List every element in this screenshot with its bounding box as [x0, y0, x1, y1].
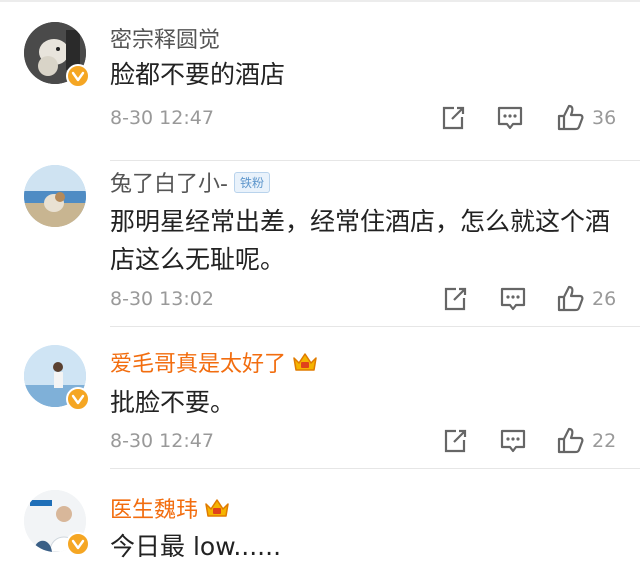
- comment-item: 医生魏玮 今日最 low......: [0, 0, 640, 580]
- avatar[interactable]: [24, 490, 90, 556]
- verified-icon: [66, 532, 90, 556]
- crown-icon: [205, 499, 229, 517]
- username[interactable]: 医生魏玮: [110, 492, 230, 524]
- username-text[interactable]: 医生魏玮: [110, 498, 198, 523]
- comment-text: 今日最 low......: [110, 532, 282, 561]
